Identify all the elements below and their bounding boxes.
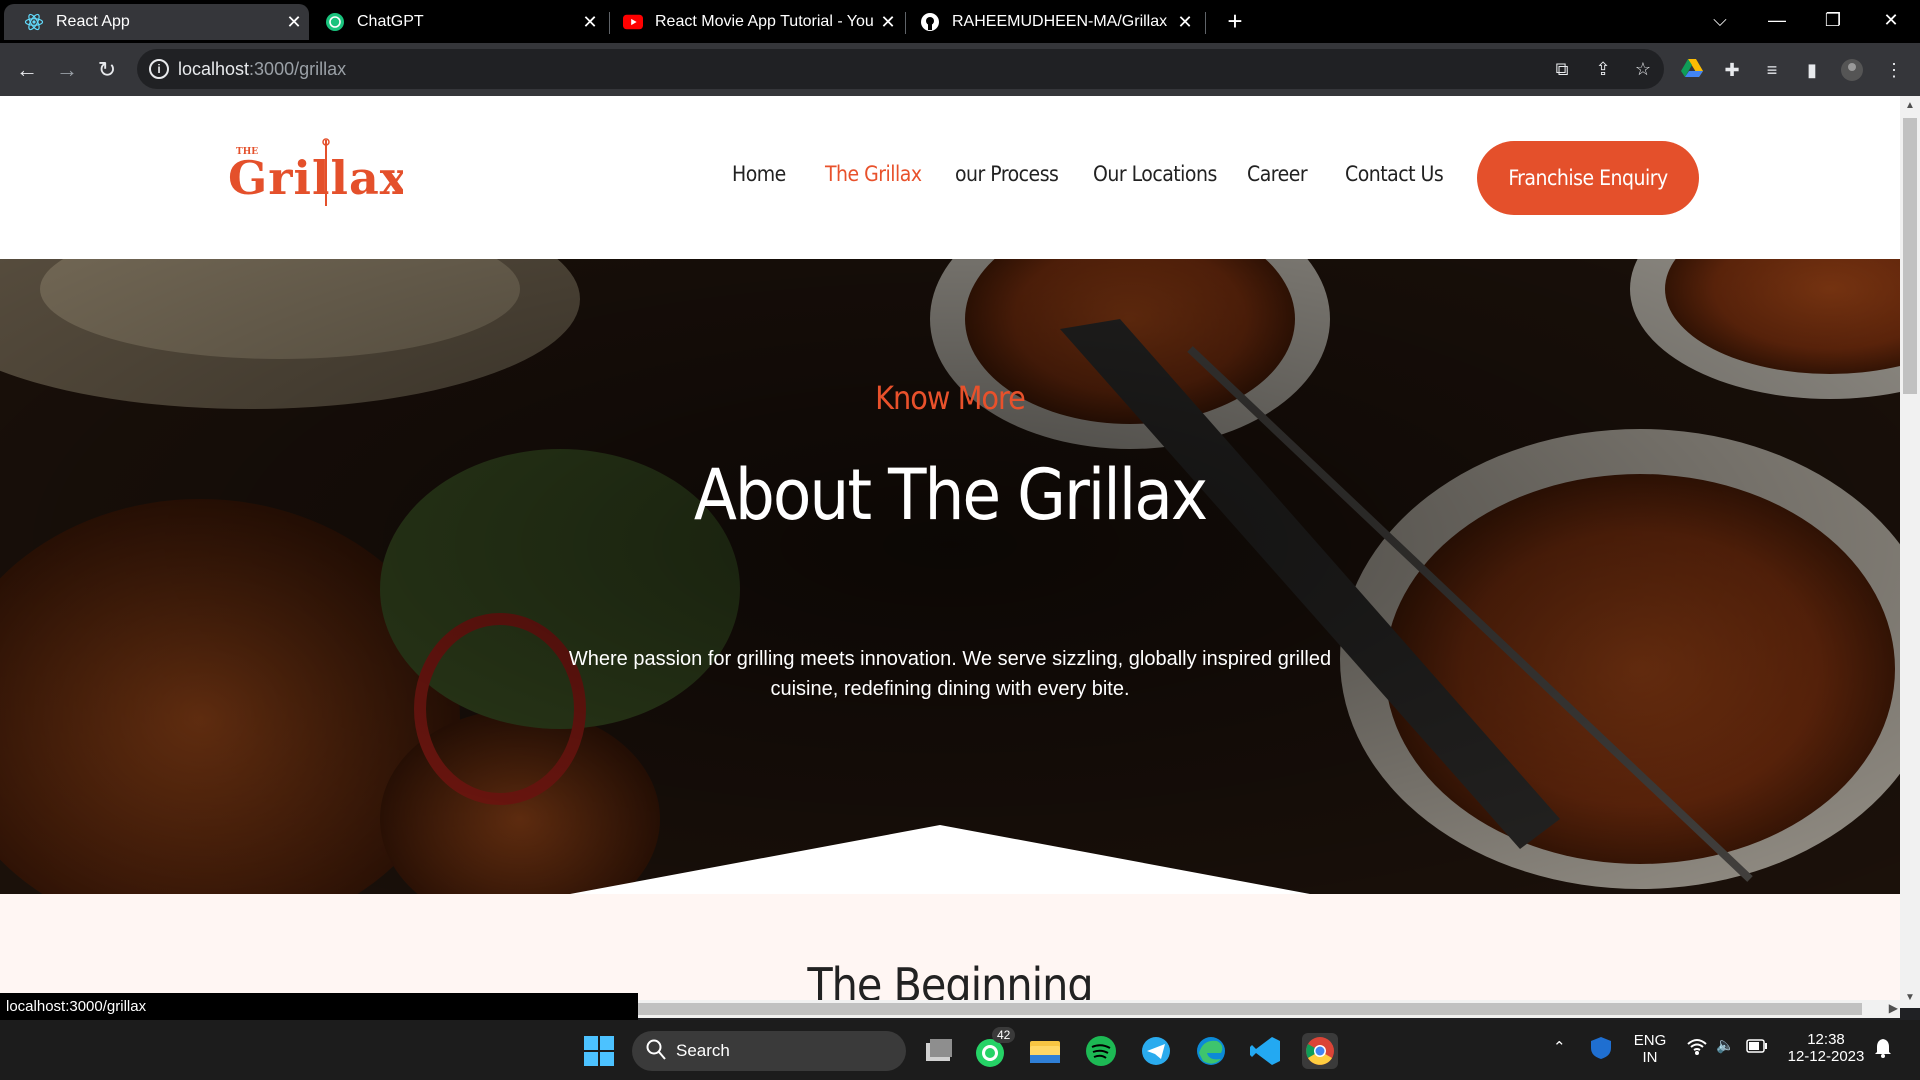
search-icon bbox=[646, 1039, 666, 1066]
tab-title: ChatGPT bbox=[357, 13, 424, 30]
new-tab-button[interactable]: + bbox=[1220, 6, 1250, 36]
nav-career[interactable]: Career bbox=[1247, 162, 1308, 186]
site-header: THE Grillax Home The Grillax our Process… bbox=[0, 96, 1900, 259]
language-code: ENG bbox=[1633, 1032, 1667, 1049]
profile-avatar[interactable] bbox=[1840, 58, 1864, 82]
nav-the-grillax[interactable]: The Grillax bbox=[825, 162, 922, 186]
close-window-icon[interactable]: ✕ bbox=[1866, 0, 1916, 40]
youtube-icon bbox=[623, 12, 643, 32]
clock-date: 12-12-2023 bbox=[1787, 1048, 1865, 1065]
nav-our-process[interactable]: our Process bbox=[955, 162, 1059, 186]
extensions-icon[interactable]: ✚ bbox=[1720, 58, 1744, 82]
battery-icon[interactable] bbox=[1746, 1039, 1768, 1057]
chrome-icon[interactable] bbox=[1302, 1033, 1338, 1069]
tab-title: React Movie App Tutorial - YouT bbox=[655, 13, 873, 30]
nav-contact-us[interactable]: Contact Us bbox=[1345, 162, 1444, 186]
logo-main-text: Grillax bbox=[228, 151, 403, 205]
tab-react-app[interactable]: React App ✕ bbox=[4, 4, 309, 40]
wifi-icon[interactable] bbox=[1687, 1038, 1707, 1060]
tab-chatgpt[interactable]: ChatGPT ✕ bbox=[305, 4, 605, 40]
tab-github[interactable]: RAHEEMUDHEEN-MA/Grillax ✕ bbox=[900, 4, 1200, 40]
tab-divider bbox=[1205, 12, 1206, 34]
scroll-up-arrow[interactable]: ▲ bbox=[1900, 100, 1920, 116]
vscode-icon[interactable] bbox=[1248, 1033, 1284, 1069]
forward-icon[interactable]: → bbox=[52, 55, 82, 85]
scroll-down-arrow[interactable]: ▼ bbox=[1900, 992, 1920, 1008]
nav-home[interactable]: Home bbox=[732, 162, 786, 186]
windows-taskbar: Search 42 ⌃ ENG IN 🔈 12:38 12-12-2023 bbox=[0, 1020, 1920, 1080]
grillax-logo[interactable]: THE Grillax bbox=[228, 138, 407, 208]
bookmark-star-icon[interactable]: ☆ bbox=[1631, 57, 1655, 81]
beginning-section: The Beginning bbox=[0, 894, 1900, 1008]
show-hidden-icons-chevron-icon[interactable]: ⌃ bbox=[1553, 1038, 1566, 1056]
clock-time: 12:38 bbox=[1807, 1031, 1845, 1048]
close-tab-icon[interactable]: ✕ bbox=[873, 12, 903, 33]
minimize-icon[interactable]: — bbox=[1752, 0, 1802, 40]
franchise-enquiry-button[interactable]: Franchise Enquiry bbox=[1477, 141, 1699, 215]
whatsapp-badge: 42 bbox=[992, 1027, 1016, 1043]
hero-bottom-wedge bbox=[570, 825, 1310, 894]
tab-title: React App bbox=[56, 13, 130, 30]
search-label: Search bbox=[676, 1041, 730, 1060]
scroll-thumb[interactable] bbox=[1903, 118, 1917, 394]
folder-icon[interactable] bbox=[1027, 1033, 1063, 1069]
web-page: THE Grillax Home The Grillax our Process… bbox=[0, 96, 1900, 1008]
tab-search-icon[interactable]: ⌵ bbox=[1695, 0, 1745, 40]
site-info-icon[interactable]: i bbox=[149, 59, 169, 79]
address-url: localhost:3000/grillax bbox=[178, 59, 347, 79]
link-status-bar: localhost:3000/grillax bbox=[0, 993, 638, 1020]
chatgpt-icon bbox=[325, 12, 345, 32]
restore-icon[interactable]: ❐ bbox=[1808, 0, 1858, 40]
menu-kebab-icon[interactable]: ⋮ bbox=[1882, 58, 1906, 82]
browser-tab-strip: React App ✕ ChatGPT ✕ React Movie App Tu… bbox=[0, 0, 1920, 43]
defender-shield-icon[interactable] bbox=[1590, 1036, 1612, 1064]
taskbar-search[interactable]: Search bbox=[632, 1031, 906, 1071]
windows-start-icon[interactable] bbox=[584, 1036, 614, 1066]
back-icon[interactable]: ← bbox=[12, 55, 42, 85]
language-indicator[interactable]: ENG IN bbox=[1632, 1032, 1668, 1066]
close-tab-icon[interactable]: ✕ bbox=[575, 12, 605, 33]
volume-icon[interactable]: 🔈 bbox=[1716, 1036, 1735, 1054]
tab-youtube[interactable]: React Movie App Tutorial - YouT ✕ bbox=[603, 4, 903, 40]
vertical-scrollbar[interactable]: ▲ ▼ bbox=[1900, 96, 1920, 1008]
spotify-icon[interactable] bbox=[1083, 1033, 1119, 1069]
open-in-app-icon[interactable]: ⧉ bbox=[1550, 57, 1574, 81]
github-icon bbox=[920, 12, 940, 32]
address-bar[interactable]: i localhost:3000/grillax ⧉ ⇪ ☆ bbox=[137, 49, 1664, 89]
notification-bell-icon[interactable] bbox=[1874, 1038, 1892, 1062]
whatsapp-icon[interactable]: 42 bbox=[972, 1027, 1016, 1069]
nav-our-locations[interactable]: Our Locations bbox=[1093, 162, 1217, 186]
google-drive-icon[interactable] bbox=[1680, 58, 1704, 82]
scroll-right-arrow[interactable]: ▶ bbox=[1889, 1001, 1898, 1015]
share-icon[interactable]: ⇪ bbox=[1591, 57, 1615, 81]
media-control-icon[interactable]: ≡ bbox=[1760, 58, 1784, 82]
reload-icon[interactable]: ↻ bbox=[92, 55, 122, 85]
region-code: IN bbox=[1642, 1049, 1658, 1066]
react-icon bbox=[24, 12, 44, 32]
browser-toolbar: ← → ↻ i localhost:3000/grillax ⧉ ⇪ ☆ ✚ ≡… bbox=[0, 43, 1920, 96]
telegram-icon[interactable] bbox=[1138, 1033, 1174, 1069]
file-manager-icon[interactable] bbox=[920, 1033, 956, 1069]
close-tab-icon[interactable]: ✕ bbox=[1170, 12, 1200, 33]
edge-icon[interactable] bbox=[1193, 1033, 1229, 1069]
tab-title: RAHEEMUDHEEN-MA/Grillax bbox=[952, 13, 1168, 30]
side-panel-icon[interactable]: ▮ bbox=[1800, 58, 1824, 82]
clock[interactable]: 12:38 12-12-2023 bbox=[1786, 1031, 1866, 1065]
hero-banner: Know More About The Grillax Where passio… bbox=[0, 259, 1900, 894]
